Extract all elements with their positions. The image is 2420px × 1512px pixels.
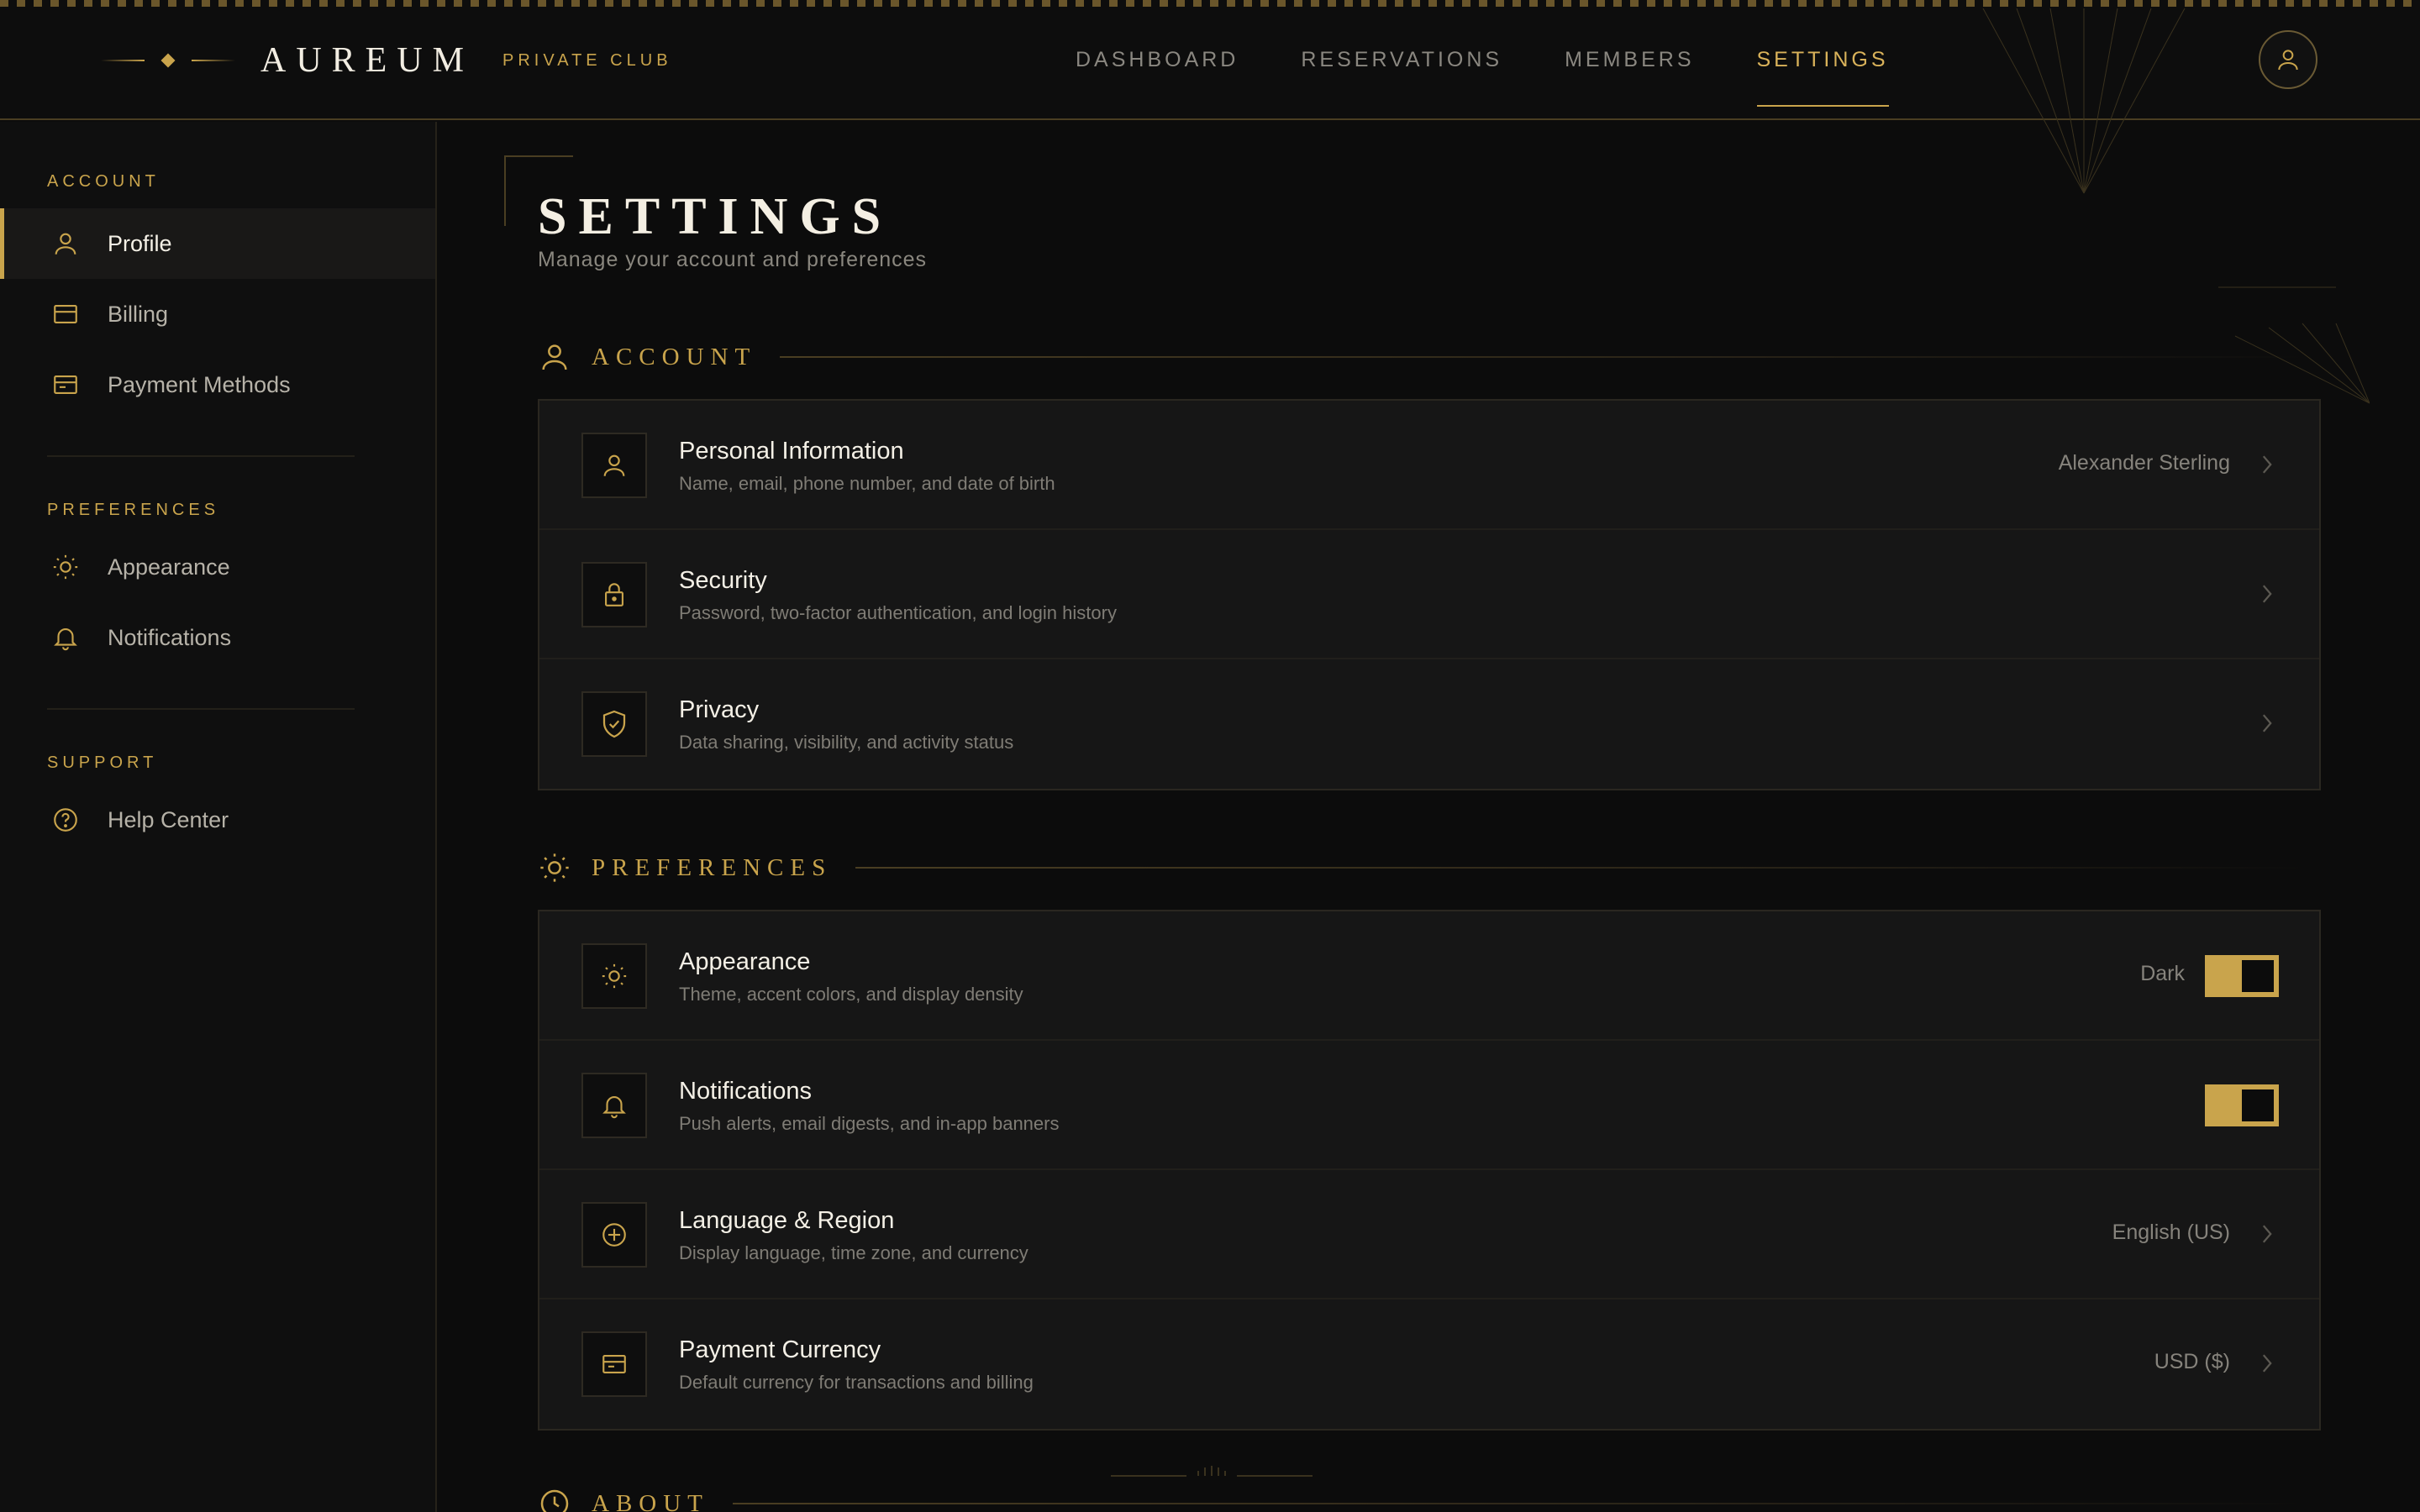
section-rule	[855, 867, 2311, 869]
settings-sidebar: ACCOUNT Profile Billing Payment Methods …	[0, 122, 437, 1512]
row-value: Dark	[2140, 962, 2185, 985]
section-header-about: ABOUT	[538, 1483, 2311, 1512]
page-subtitle: Manage your account and preferences	[538, 248, 928, 271]
row-description: Name, email, phone number, and date of b…	[679, 473, 1055, 494]
chevron-right-icon	[2259, 1219, 2275, 1249]
row-description: Default currency for transactions and bi…	[679, 1372, 1034, 1393]
row-title: Notifications	[679, 1078, 812, 1105]
row-description: Push alerts, email digests, and in-app b…	[679, 1113, 1060, 1134]
account-settings-card: Personal Information Name, email, phone …	[538, 399, 2321, 790]
sidebar-item-label: Notifications	[108, 624, 232, 650]
sidebar-item-label: Help Center	[108, 806, 229, 832]
card-icon	[581, 1331, 647, 1397]
sun-icon	[50, 552, 81, 582]
section-title: PREFERENCES	[592, 853, 833, 881]
row-title: Privacy	[679, 696, 760, 723]
globe-plus-icon	[581, 1202, 647, 1268]
section-header-account: ACCOUNT	[538, 336, 2311, 378]
sidebar-section-support: SUPPORT	[47, 753, 158, 772]
wallet-icon	[50, 370, 81, 400]
sun-icon	[538, 851, 571, 885]
section-rule	[780, 356, 2311, 358]
bell-icon	[581, 1073, 647, 1138]
sidebar-item-notifications[interactable]: Notifications	[0, 602, 435, 673]
settings-row-personal-information[interactable]: Personal Information Name, email, phone …	[539, 401, 2319, 530]
notifications-toggle[interactable]	[2205, 1084, 2279, 1126]
row-title: Personal Information	[679, 438, 904, 465]
sidebar-item-label: Billing	[108, 301, 169, 327]
row-title: Security	[679, 567, 767, 594]
sidebar-item-profile[interactable]: Profile	[0, 208, 435, 279]
settings-row-payment-currency[interactable]: Payment Currency Default currency for tr…	[539, 1299, 2319, 1429]
chevron-right-icon	[2259, 708, 2275, 738]
sun-icon	[581, 943, 647, 1009]
page-title: SETTINGS	[538, 188, 893, 245]
brand-ornament	[101, 53, 235, 68]
clock-icon	[538, 1487, 571, 1512]
sidebar-item-label: Profile	[108, 230, 172, 256]
row-description: Theme, accent colors, and display densit…	[679, 984, 1023, 1005]
user-icon	[538, 340, 571, 374]
nav-reservations[interactable]: RESERVATIONS	[1301, 0, 1502, 120]
nav-settings[interactable]: SETTINGS	[1756, 0, 1889, 120]
bell-icon	[50, 622, 81, 653]
sidebar-item-payment-methods[interactable]: Payment Methods	[0, 349, 435, 420]
sidebar-item-label: Appearance	[108, 554, 230, 580]
sidebar-section-preferences: PREFERENCES	[47, 501, 220, 519]
user-icon	[50, 228, 81, 259]
sidebar-item-help-center[interactable]: Help Center	[0, 785, 435, 855]
brand-name: AUREUM	[260, 41, 475, 80]
appearance-toggle[interactable]	[2205, 955, 2279, 997]
profile-avatar-button[interactable]	[2259, 30, 2317, 89]
row-title: Language & Region	[679, 1207, 895, 1234]
preferences-settings-card: Appearance Theme, accent colors, and dis…	[538, 910, 2321, 1431]
section-title: ABOUT	[592, 1489, 709, 1512]
settings-main: SETTINGS Manage your account and prefere…	[439, 122, 2420, 1512]
sidebar-item-label: Payment Methods	[108, 371, 291, 397]
brand-subtitle: PRIVATE CLUB	[502, 50, 672, 70]
user-icon	[581, 433, 647, 498]
user-icon	[2278, 50, 2298, 71]
settings-row-security[interactable]: Security Password, two-factor authentica…	[539, 530, 2319, 659]
section-header-preferences: PREFERENCES	[538, 847, 2311, 889]
section-rule	[732, 1503, 2311, 1504]
card-icon	[50, 299, 81, 329]
section-title: ACCOUNT	[592, 343, 757, 370]
settings-row-privacy[interactable]: Privacy Data sharing, visibility, and ac…	[539, 659, 2319, 789]
row-description: Display language, time zone, and currenc…	[679, 1242, 1028, 1263]
sidebar-section-account: ACCOUNT	[47, 172, 160, 191]
settings-row-notifications[interactable]: Notifications Push alerts, email digests…	[539, 1041, 2319, 1170]
settings-row-appearance[interactable]: Appearance Theme, accent colors, and dis…	[539, 911, 2319, 1041]
brand-logo[interactable]: AUREUM PRIVATE CLUB	[101, 37, 672, 84]
row-value: English (US)	[2112, 1221, 2230, 1244]
chevron-right-icon	[2259, 449, 2275, 480]
help-icon	[50, 805, 81, 835]
chevron-right-icon	[2259, 1348, 2275, 1378]
shield-check-icon	[581, 691, 647, 757]
sidebar-item-appearance[interactable]: Appearance	[0, 532, 435, 602]
row-description: Data sharing, visibility, and activity s…	[679, 732, 1014, 753]
row-value: Alexander Sterling	[2058, 451, 2230, 475]
chevron-right-icon	[2259, 579, 2275, 609]
nav-members[interactable]: MEMBERS	[1565, 0, 1694, 120]
settings-row-language-region[interactable]: Language & Region Display language, time…	[539, 1170, 2319, 1299]
section-divider-ornament	[1111, 1466, 1313, 1477]
nav-dashboard[interactable]: DASHBOARD	[1076, 0, 1239, 120]
lock-icon	[581, 562, 647, 627]
main-nav: DASHBOARD RESERVATIONS MEMBERS SETTINGS	[1076, 0, 1951, 120]
row-title: Payment Currency	[679, 1336, 881, 1363]
sidebar-item-billing[interactable]: Billing	[0, 279, 435, 349]
row-description: Password, two-factor authentication, and…	[679, 602, 1117, 623]
row-value: USD ($)	[2154, 1350, 2230, 1373]
row-title: Appearance	[679, 948, 811, 975]
